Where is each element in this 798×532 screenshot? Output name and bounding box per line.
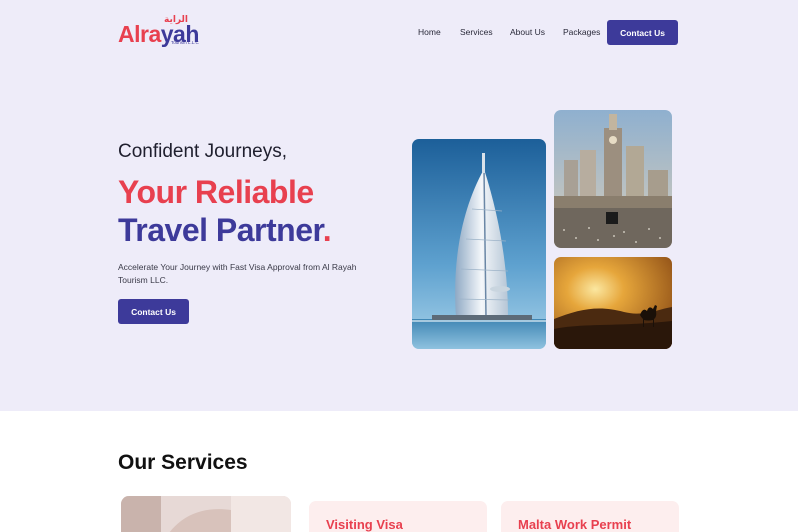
- service-card-title: Visiting Visa: [326, 517, 403, 532]
- nav-packages[interactable]: Packages: [563, 27, 600, 37]
- hero-heading-line1: Your Reliable: [118, 174, 314, 210]
- hero-section: Alrayah الراية Tourism L.L.C Home Servic…: [0, 0, 798, 411]
- nav-about-us[interactable]: About Us: [510, 27, 545, 37]
- hero-pre-heading: Confident Journeys,: [118, 141, 287, 162]
- hero-contact-us-button[interactable]: Contact Us: [118, 299, 189, 324]
- service-card-malta-work-permit[interactable]: Malta Work Permit: [501, 501, 679, 532]
- makkah-clock-tower-photo: [554, 110, 672, 248]
- nav-home[interactable]: Home: [418, 27, 441, 37]
- hero-heading: Your Reliable Travel Partner.: [118, 173, 332, 249]
- service-card-visiting-visa[interactable]: Visiting Visa: [309, 501, 487, 532]
- service-card-title: Malta Work Permit: [518, 517, 632, 532]
- services-section-title: Our Services: [118, 451, 248, 474]
- service-card-image: [121, 496, 291, 532]
- burj-al-arab-photo: [412, 139, 546, 349]
- hero-heading-line2: Travel Partner.: [118, 212, 332, 248]
- top-nav: Home Services About Us Packages Contact …: [0, 20, 798, 45]
- hero-subtext: Accelerate Your Journey with Fast Visa A…: [118, 262, 357, 285]
- nav-services[interactable]: Services: [460, 27, 493, 37]
- desert-camel-sunset-photo: [554, 257, 672, 349]
- nav-contact-us-button[interactable]: Contact Us: [607, 20, 678, 45]
